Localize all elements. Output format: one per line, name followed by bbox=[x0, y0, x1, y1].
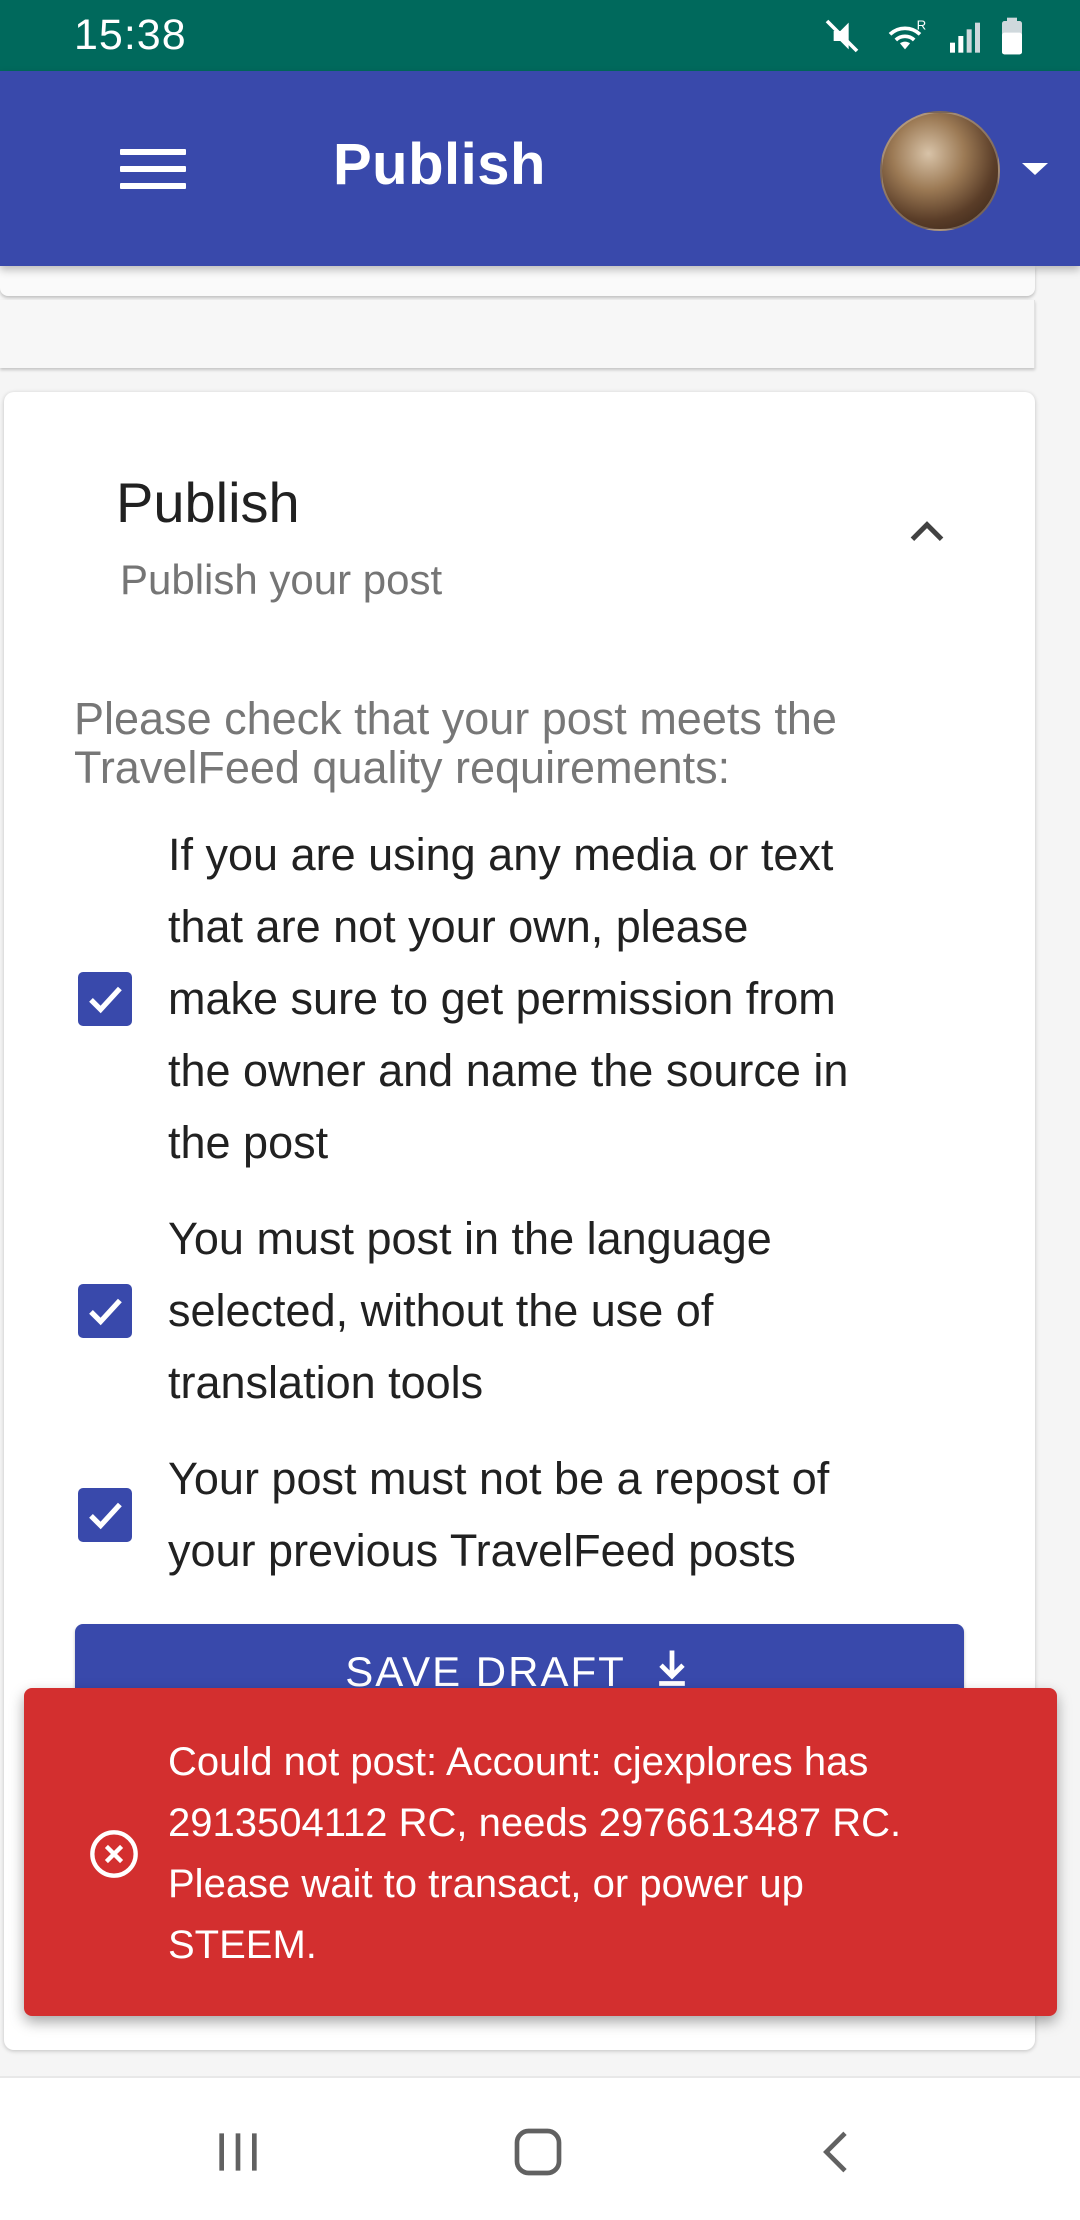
check-line: the owner and name the source in bbox=[168, 1045, 849, 1096]
error-circle-x-icon bbox=[88, 1828, 140, 1885]
avatar[interactable] bbox=[880, 111, 1000, 231]
error-line: STEEM. bbox=[168, 1923, 317, 1967]
check-line: the post bbox=[168, 1117, 329, 1168]
check-line: translation tools bbox=[168, 1357, 484, 1408]
previous-card-section bbox=[0, 300, 1035, 368]
status-bar: 15:38 R bbox=[0, 0, 1080, 71]
mute-icon bbox=[822, 16, 862, 56]
error-snackbar[interactable]: Could not post: Account: cjexplores has … bbox=[24, 1688, 1057, 2016]
caret-down-icon[interactable] bbox=[1020, 161, 1050, 182]
check-line: You must post in the language bbox=[168, 1213, 772, 1264]
check-label-permission: If you are using any media or text that … bbox=[168, 819, 958, 1179]
svg-text:R: R bbox=[917, 17, 927, 32]
check-label-language: You must post in the language selected, … bbox=[168, 1203, 958, 1419]
intro-line: TravelFeed quality requirements: bbox=[74, 742, 731, 793]
home-icon[interactable] bbox=[510, 2124, 566, 2185]
app-title: Publish bbox=[333, 132, 546, 197]
previous-card-bottom bbox=[0, 266, 1035, 296]
check-line: Your post must not be a repost of bbox=[168, 1453, 830, 1504]
section-title: Publish bbox=[116, 471, 300, 534]
wifi-icon: R bbox=[880, 16, 930, 56]
hamburger-menu-icon[interactable] bbox=[120, 149, 186, 189]
chevron-up-icon[interactable] bbox=[902, 508, 952, 563]
error-line: Please wait to transact, or power up bbox=[168, 1862, 804, 1906]
intro-line: Please check that your post meets the bbox=[74, 693, 837, 744]
error-line: Could not post: Account: cjexplores has bbox=[168, 1740, 869, 1784]
back-icon[interactable] bbox=[810, 2124, 866, 2185]
signal-icon bbox=[948, 16, 982, 56]
recents-icon[interactable] bbox=[210, 2124, 266, 2185]
checkbox-no-repost[interactable] bbox=[78, 1488, 132, 1542]
status-time: 15:38 bbox=[74, 11, 187, 59]
check-line: that are not your own, please bbox=[168, 901, 749, 952]
error-line: 2913504112 RC, needs 2976613487 RC. bbox=[168, 1801, 902, 1845]
check-line: If you are using any media or text bbox=[168, 829, 834, 880]
check-line: make sure to get permission from bbox=[168, 973, 836, 1024]
error-message: Could not post: Account: cjexplores has … bbox=[168, 1732, 1028, 1976]
section-subtitle: Publish your post bbox=[120, 556, 443, 603]
app-bar: Publish bbox=[0, 71, 1080, 266]
check-line: your previous TravelFeed posts bbox=[168, 1525, 796, 1576]
battery-icon bbox=[1000, 16, 1024, 56]
check-label-no-repost: Your post must not be a repost of your p… bbox=[168, 1443, 958, 1587]
status-icons: R bbox=[822, 16, 1024, 56]
check-line: selected, without the use of bbox=[168, 1285, 714, 1336]
checkbox-language[interactable] bbox=[78, 1284, 132, 1338]
checkbox-permission[interactable] bbox=[78, 972, 132, 1026]
quality-intro-text: Please check that your post meets the Tr… bbox=[74, 694, 974, 792]
system-nav-bar bbox=[0, 2076, 1080, 2220]
